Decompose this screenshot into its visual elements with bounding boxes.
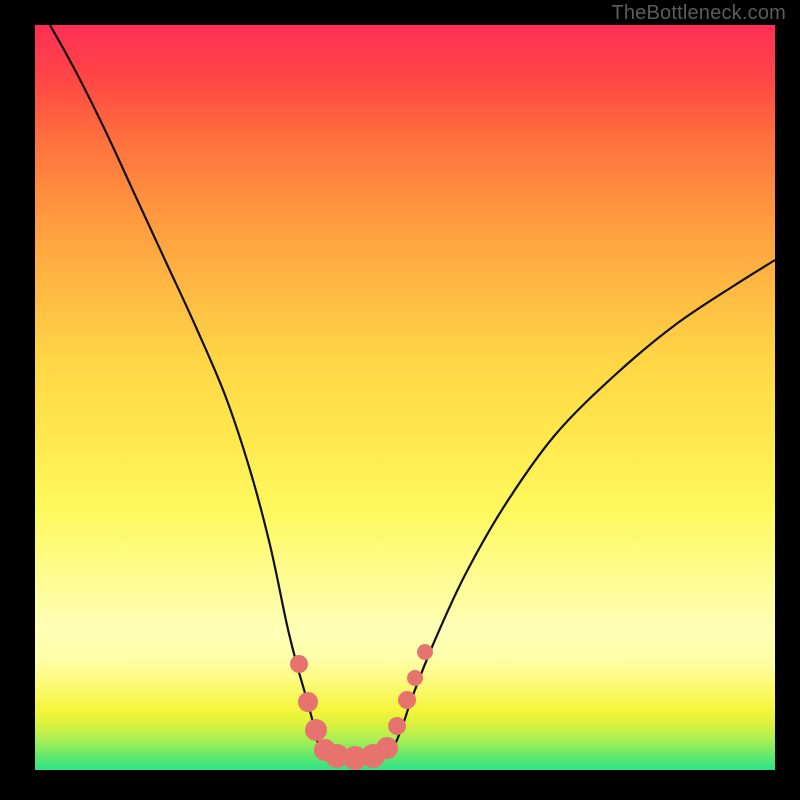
watermark-text: TheBottleneck.com <box>611 2 786 25</box>
data-marker <box>398 691 416 709</box>
curve-layer <box>35 25 775 770</box>
bottleneck-curve <box>50 25 775 760</box>
plot-area <box>35 25 775 770</box>
data-marker <box>376 737 398 759</box>
data-marker <box>417 644 433 660</box>
data-marker <box>305 719 327 741</box>
data-marker <box>290 655 308 673</box>
data-marker <box>388 717 406 735</box>
data-marker <box>407 670 423 686</box>
marker-group <box>290 644 433 770</box>
data-marker <box>298 692 318 712</box>
chart-frame: TheBottleneck.com <box>0 0 800 800</box>
